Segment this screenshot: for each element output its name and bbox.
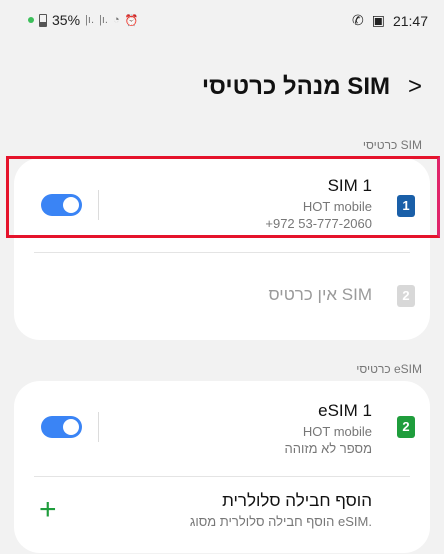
sim-slot-1-icon: 1 <box>397 195 415 217</box>
esim-1-toggle[interactable] <box>41 416 82 438</box>
add-plan-title: הוסף חבילה סלולרית <box>222 491 372 510</box>
empty-slot-info: אין כרטיס SIM <box>268 285 372 305</box>
wifi-icon: ◔ <box>113 14 120 26</box>
clock-time: 21:47 <box>392 12 428 29</box>
toggle-knob <box>63 419 79 435</box>
section-header-esim: כרטיסי eSIM <box>356 362 422 376</box>
sim-1-row[interactable]: SIM 1 HOT mobile +972 53-777-2060 1 <box>14 158 430 252</box>
signal-icon-2: |ı. <box>99 14 108 26</box>
plus-icon[interactable]: + <box>39 495 57 525</box>
status-left: 35% |ı. |ı. ◔ ⏰ <box>28 12 138 28</box>
add-plan-info: הוסף חבילה סלולרית הוסף חבילה סלולרית מס… <box>190 491 372 529</box>
alarm-icon: ⏰ <box>124 14 139 27</box>
signal-icon: |ı. <box>85 14 95 26</box>
esim-1-number: מספר לא מזוהה <box>284 441 372 456</box>
esim-card-group: eSIM 1 HOT mobile מספר לא מזוהה 2 + הוסף… <box>14 381 430 553</box>
battery-percent: 35% <box>52 12 81 28</box>
call-icon: ✆ <box>351 12 364 28</box>
vertical-divider <box>98 190 99 220</box>
battery-icon <box>39 13 47 27</box>
sim-1-name: SIM 1 <box>327 176 372 195</box>
toggle-knob <box>63 197 79 213</box>
status-bar: 35% |ı. |ı. ◔ ⏰ ✆ ▣ 21:47 <box>0 0 444 34</box>
esim-1-name: eSIM 1 <box>318 401 372 420</box>
add-plan-row[interactable]: + הוסף חבילה סלולרית הוסף חבילה סלולרית … <box>14 477 430 547</box>
page-title: מנהל כרטיסי SIM <box>201 73 390 100</box>
esim-slot-2-icon: 2 <box>397 416 415 438</box>
sim-slot-2-icon: 2 <box>397 285 415 307</box>
page-header: מנהל כרטיסי SIM > <box>202 73 422 101</box>
esim-1-info: eSIM 1 HOT mobile מספר לא מזוהה <box>285 401 372 456</box>
sim-card-group: SIM 1 HOT mobile +972 53-777-2060 1 אין … <box>14 158 430 340</box>
esim-1-carrier: HOT mobile <box>302 424 372 439</box>
esim-1-row[interactable]: eSIM 1 HOT mobile מספר לא מזוהה 2 <box>14 381 430 475</box>
vertical-divider <box>98 412 99 442</box>
sim-1-toggle[interactable] <box>41 194 82 216</box>
section-header-sim: כרטיסי SIM <box>362 138 422 152</box>
chevron-right-icon[interactable]: > <box>408 73 422 101</box>
sim-1-carrier: HOT mobile <box>302 199 372 214</box>
add-plan-subtitle: הוסף חבילה סלולרית מסוג eSIM. <box>189 514 372 529</box>
image-icon: ▣ <box>371 12 385 28</box>
green-dot-icon <box>28 17 34 23</box>
empty-slot-label: אין כרטיס SIM <box>268 285 372 304</box>
sim-1-number: +972 53-777-2060 <box>265 216 372 231</box>
empty-slot-row: אין כרטיס SIM 2 <box>14 253 430 339</box>
sim-1-info: SIM 1 HOT mobile +972 53-777-2060 <box>265 176 372 231</box>
status-right: ✆ ▣ 21:47 <box>352 12 428 29</box>
